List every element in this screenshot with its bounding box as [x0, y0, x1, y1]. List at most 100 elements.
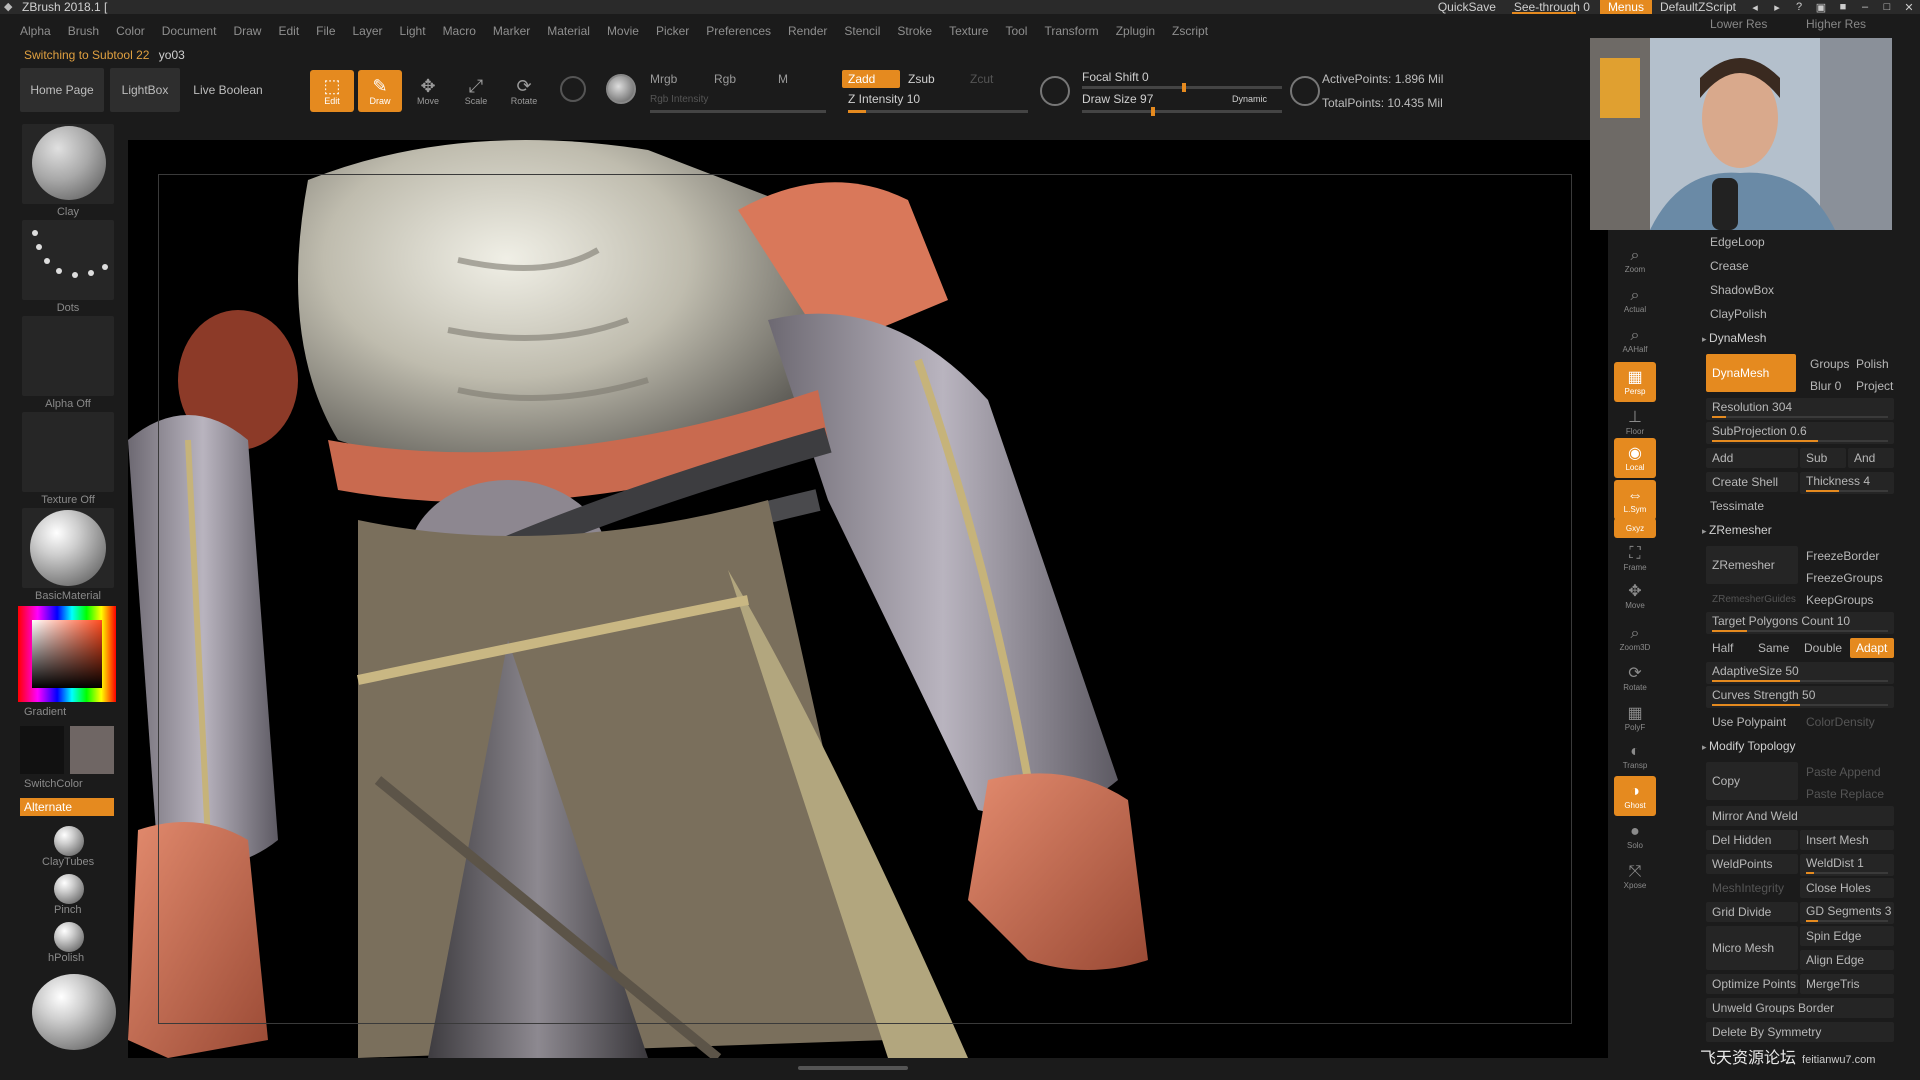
sphere-outline-icon[interactable] — [560, 76, 586, 102]
shadowbox-item[interactable]: ShadowBox — [1700, 280, 1896, 300]
menu-movie[interactable]: Movie — [607, 24, 639, 38]
close-icon[interactable]: ✕ — [1898, 1, 1920, 14]
menu-picker[interactable]: Picker — [656, 24, 689, 38]
lightbox-button[interactable]: LightBox — [110, 68, 180, 112]
copy-button[interactable]: Copy — [1706, 762, 1798, 800]
arrow-left-icon[interactable]: ◂ — [1744, 1, 1766, 14]
menu-zplugin[interactable]: Zplugin — [1116, 24, 1155, 38]
menu-draw[interactable]: Draw — [233, 24, 261, 38]
welddist-slider[interactable]: WeldDist 1 — [1800, 854, 1894, 876]
solo-button[interactable]: ● Solo — [1614, 816, 1656, 856]
maximize-icon[interactable]: □ — [1876, 1, 1898, 13]
ghost-button[interactable]: ◑ Ghost — [1614, 776, 1656, 816]
persp-settings-icon[interactable] — [1290, 76, 1320, 106]
menu-alpha[interactable]: Alpha — [20, 24, 51, 38]
optimize-points-button[interactable]: Optimize Points — [1706, 974, 1798, 994]
l-sym-button[interactable]: ⇔ L.Sym — [1614, 480, 1656, 520]
polish-toggle[interactable]: Polish — [1850, 354, 1894, 374]
lock-icon[interactable]: ■ — [1832, 1, 1854, 13]
half-button[interactable]: Half — [1706, 638, 1750, 658]
texture-selector[interactable]: Texture Off — [22, 412, 114, 506]
transp-button[interactable]: ◐ Transp — [1614, 736, 1656, 776]
menu-brush[interactable]: Brush — [68, 24, 99, 38]
menu-light[interactable]: Light — [400, 24, 426, 38]
curves-strength-slider[interactable]: Curves Strength 50 — [1706, 686, 1894, 708]
menu-color[interactable]: Color — [116, 24, 145, 38]
xpose-button[interactable]: ⤧ Xpose — [1614, 856, 1656, 896]
help-icon[interactable]: ? — [1788, 1, 1810, 13]
zremesher-button[interactable]: ZRemesher — [1706, 546, 1798, 584]
resolution-slider[interactable]: Resolution 304 — [1706, 398, 1894, 420]
meshintegrity-button[interactable]: MeshIntegrity — [1706, 878, 1798, 898]
material-selector[interactable]: BasicMaterial — [22, 508, 114, 602]
dynamesh-section-header[interactable]: DynaMesh — [1700, 328, 1896, 348]
menu-layer[interactable]: Layer — [353, 24, 383, 38]
thickness-slider[interactable]: Thickness 4 — [1800, 472, 1894, 494]
alpha-selector[interactable]: Alpha Off — [22, 316, 114, 410]
focal-shift-slider[interactable]: Focal Shift 0 — [1082, 70, 1149, 84]
gd-segments-slider[interactable]: GD Segments 3 — [1800, 902, 1894, 924]
menus-toggle-button[interactable]: Menus — [1599, 0, 1652, 14]
mergetris-button[interactable]: MergeTris — [1800, 974, 1894, 994]
actual-button[interactable]: ⌕ Actual — [1614, 280, 1656, 320]
alternate-button[interactable]: Alternate — [20, 798, 114, 816]
claytubes-brush-icon[interactable] — [54, 826, 84, 856]
home-page-button[interactable]: Home Page — [20, 68, 104, 112]
edgeloop-item[interactable]: EdgeLoop — [1700, 232, 1896, 252]
spin-edge-button[interactable]: Spin Edge — [1800, 926, 1894, 946]
rotate-button[interactable]: ⟳ Rotate — [1614, 658, 1656, 698]
menu-edit[interactable]: Edit — [278, 24, 299, 38]
menu-stencil[interactable]: Stencil — [844, 24, 880, 38]
adaptive-size-slider[interactable]: AdaptiveSize 50 — [1706, 662, 1894, 684]
menu-tool[interactable]: Tool — [1005, 24, 1027, 38]
modify-topology-section-header[interactable]: Modify Topology — [1700, 736, 1896, 756]
dynamesh-button[interactable]: DynaMesh — [1706, 354, 1796, 392]
freezeborder-toggle[interactable]: FreezeBorder — [1800, 546, 1894, 566]
menu-transform[interactable]: Transform — [1044, 24, 1098, 38]
m-button[interactable]: M — [778, 72, 788, 86]
move-mode-button[interactable]: ✥ Move — [406, 70, 450, 112]
switchcolor-label[interactable]: SwitchColor — [24, 778, 83, 790]
grid-divide-button[interactable]: Grid Divide — [1706, 902, 1798, 922]
mirror-and-weld-button[interactable]: Mirror And Weld — [1706, 806, 1894, 826]
rgb-intensity-slider[interactable]: Rgb Intensity — [650, 94, 708, 105]
recent-brush-label[interactable]: hPolish — [48, 952, 84, 964]
crease-item[interactable]: Crease — [1700, 256, 1896, 276]
menu-material[interactable]: Material — [547, 24, 590, 38]
dynamic-toggle[interactable]: Dynamic — [1232, 94, 1267, 104]
layout-icon[interactable]: ▣ — [1810, 1, 1832, 14]
blur-slider[interactable]: Blur 0 — [1804, 376, 1848, 396]
gxyz-button[interactable]: Gxyz — [1614, 518, 1656, 538]
main-color-swatch[interactable] — [20, 726, 64, 774]
sub-button[interactable]: Sub — [1800, 448, 1846, 468]
menu-document[interactable]: Document — [162, 24, 217, 38]
move-button[interactable]: ✥ Move — [1614, 576, 1656, 616]
project-toggle[interactable]: Project — [1850, 376, 1894, 396]
menu-file[interactable]: File — [316, 24, 335, 38]
weldpoints-button[interactable]: WeldPoints — [1706, 854, 1798, 874]
scale-mode-button[interactable]: ⤢ Scale — [454, 70, 498, 112]
draw-mode-button[interactable]: ✎ Draw — [358, 70, 402, 112]
live-boolean-button[interactable]: Live Boolean — [186, 68, 270, 112]
quicksave-button[interactable]: QuickSave — [1430, 0, 1504, 14]
color-picker-square[interactable] — [32, 620, 102, 688]
floor-button[interactable]: ⊥ Floor — [1614, 402, 1656, 442]
frame-button[interactable]: ⛶ Frame — [1614, 538, 1656, 578]
del-hidden-button[interactable]: Del Hidden — [1706, 830, 1798, 850]
minimize-icon[interactable]: – — [1854, 1, 1876, 13]
subprojection-slider[interactable]: SubProjection 0.6 — [1706, 422, 1894, 444]
zoom-button[interactable]: ⌕ Zoom — [1614, 240, 1656, 280]
close-holes-button[interactable]: Close Holes — [1800, 878, 1894, 898]
zoom3d-button[interactable]: ⌕ Zoom3D — [1614, 618, 1656, 658]
groups-toggle[interactable]: Groups — [1804, 354, 1849, 374]
brush-selector[interactable]: Clay — [22, 124, 114, 218]
and-button[interactable]: And — [1848, 448, 1894, 468]
double-button[interactable]: Double — [1798, 638, 1848, 658]
keepgroups-toggle[interactable]: KeepGroups — [1800, 590, 1894, 610]
arrow-right-icon[interactable]: ▸ — [1766, 1, 1788, 14]
rotate-mode-button[interactable]: ⟳ Rotate — [502, 70, 546, 112]
recent-brush-label[interactable]: ClayTubes — [42, 856, 94, 868]
adapt-button[interactable]: Adapt — [1850, 638, 1894, 658]
menu-stroke[interactable]: Stroke — [897, 24, 932, 38]
hpolish-brush-icon[interactable] — [54, 922, 84, 952]
